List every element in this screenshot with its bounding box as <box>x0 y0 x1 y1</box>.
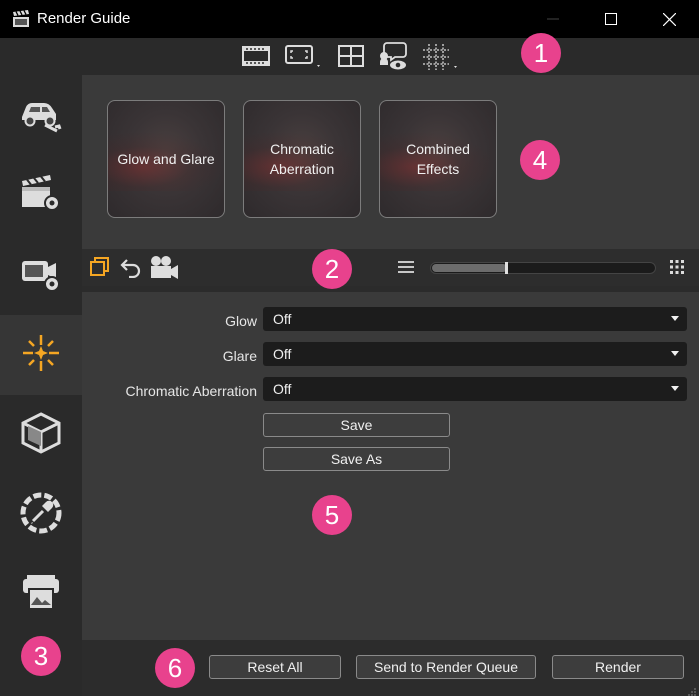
preset-label: Chromatic Aberration <box>269 141 335 177</box>
resize-grip[interactable] <box>687 684 697 696</box>
thumbnail-size-slider[interactable] <box>430 262 656 274</box>
callout-3: 3 <box>21 636 61 676</box>
title-bar: Render Guide <box>0 0 699 38</box>
glare-value: Off <box>273 346 292 362</box>
frame-select-icon[interactable] <box>282 41 326 71</box>
send-to-render-queue-button[interactable]: Send to Render Queue <box>356 655 536 679</box>
glow-value: Off <box>273 311 292 327</box>
film-strip-icon[interactable] <box>240 41 272 71</box>
render-guide-window: Render Guide Glow and Glare Chromatic Ab… <box>0 0 699 696</box>
preset-combined-effects[interactable]: Combined Effects <box>379 100 497 218</box>
guides-grid-icon[interactable] <box>418 41 462 71</box>
top-toolbar <box>0 38 699 75</box>
chromatic-aberration-label: Chromatic Aberration <box>125 383 257 399</box>
sidebar-item-model[interactable] <box>0 75 82 155</box>
printer-output-icon <box>19 573 63 618</box>
speech-bubble-eye-icon[interactable] <box>376 41 410 71</box>
eyedropper-color-icon <box>19 491 63 540</box>
preset-label: Combined Effects <box>406 141 470 177</box>
glow-label: Glow <box>225 313 257 329</box>
save-button[interactable]: Save <box>263 413 450 437</box>
sidebar-item-effects[interactable] <box>0 315 82 395</box>
movie-camera-icon[interactable] <box>148 254 180 280</box>
chevron-down-icon <box>671 386 679 391</box>
car-wrench-icon <box>19 93 63 138</box>
sidebar <box>0 75 82 696</box>
preset-chromatic-aberration[interactable]: Chromatic Aberration <box>243 100 361 218</box>
slider-thumb[interactable] <box>505 262 508 274</box>
grid-view-icon[interactable] <box>666 254 688 280</box>
callout-6: 6 <box>155 648 195 688</box>
reset-all-button[interactable]: Reset All <box>209 655 341 679</box>
window-title: Render Guide <box>37 10 131 27</box>
callout-5: 5 <box>312 495 352 535</box>
glare-select[interactable]: Off <box>263 342 687 366</box>
save-as-button[interactable]: Save As <box>263 447 450 471</box>
copy-icon[interactable] <box>86 254 112 280</box>
chromatic-aberration-select[interactable]: Off <box>263 377 687 401</box>
close-button[interactable] <box>640 0 698 38</box>
clapper-settings-icon <box>19 173 63 218</box>
chevron-down-icon <box>671 316 679 321</box>
chromatic-aberration-value: Off <box>273 381 292 397</box>
app-clapper-icon <box>12 10 30 28</box>
effects-panel: Glow Off Glare Off Chromatic Aberration … <box>82 292 699 640</box>
callout-4: 4 <box>520 140 560 180</box>
undo-icon[interactable] <box>118 254 144 280</box>
glow-select[interactable]: Off <box>263 307 687 331</box>
sidebar-item-color[interactable] <box>0 475 82 555</box>
callout-2: 2 <box>312 249 352 289</box>
layout-grid-icon[interactable] <box>336 41 366 71</box>
preset-gallery: Glow and Glare Chromatic Aberration Comb… <box>82 75 699 249</box>
sidebar-item-render-settings[interactable] <box>0 155 82 235</box>
chevron-down-icon <box>671 351 679 356</box>
sub-toolbar <box>82 249 699 286</box>
slider-fill <box>432 264 507 272</box>
cube-environment-icon <box>19 411 63 460</box>
render-button[interactable]: Render <box>552 655 684 679</box>
maximize-button[interactable] <box>582 0 640 38</box>
glare-label: Glare <box>222 348 257 364</box>
sidebar-item-camera[interactable] <box>0 235 82 315</box>
sidebar-item-output[interactable] <box>0 555 82 635</box>
sparkle-effects-icon <box>21 333 61 378</box>
preset-glow-and-glare[interactable]: Glow and Glare <box>107 100 225 218</box>
callout-1: 1 <box>521 33 561 73</box>
menu-icon[interactable] <box>394 254 418 280</box>
sidebar-item-environment[interactable] <box>0 395 82 475</box>
preset-label: Glow and Glare <box>117 151 215 167</box>
minimize-button[interactable] <box>524 0 582 38</box>
camera-settings-icon <box>19 253 63 298</box>
